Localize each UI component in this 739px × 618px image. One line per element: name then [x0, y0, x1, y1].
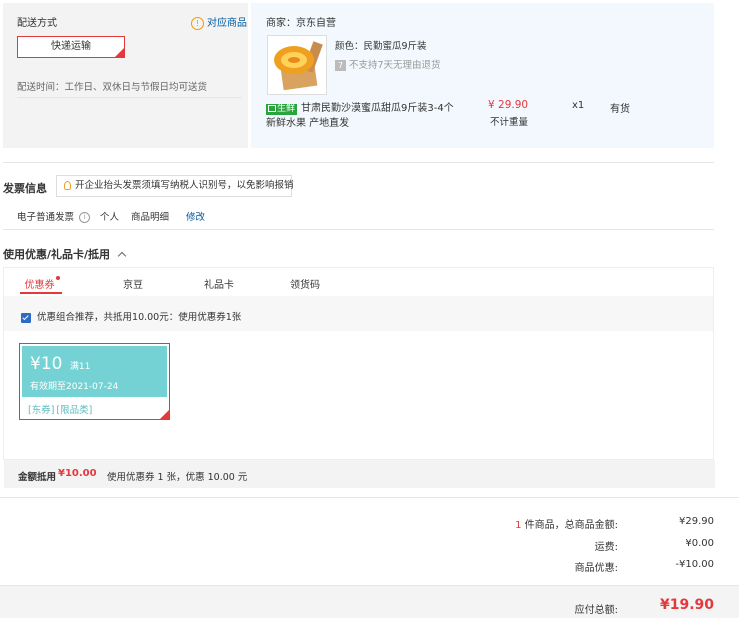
match-goods-link[interactable]: ! 对应商品: [191, 14, 247, 30]
coupon-tag-category: [限品类]: [56, 405, 93, 416]
invoice-tip-box: 开企业抬头发票须填写纳税人识别号，以免影响报销: [56, 175, 294, 197]
match-goods-label: 对应商品: [207, 18, 247, 29]
invoice-tip-text: 开企业抬头发票须填写纳税人识别号，以免影响报销: [75, 180, 294, 191]
discounts-title[interactable]: 使用优惠/礼品卡/抵用: [3, 246, 127, 262]
coupon-amount: 10: [40, 354, 63, 374]
item-count: 1: [515, 520, 522, 531]
tab-coupons-label: 优惠券: [24, 280, 55, 291]
payable-label: 应付总额:: [574, 605, 618, 616]
summary-count-row: 1 件商品，总商品金额:: [515, 516, 618, 531]
coupon-expiry: 有效期至2021-07-24: [30, 382, 119, 392]
offset-desc: 使用优惠券 1 张，优惠 10.00 元: [107, 472, 248, 483]
divider: [0, 497, 739, 498]
tab-jingdou[interactable]: 京豆: [95, 276, 171, 291]
product-name[interactable]: 生鲜 甘肃民勤沙漠蜜瓜甜瓜9斤装3-4个: [266, 99, 454, 115]
no-return-icon: 7: [335, 60, 346, 71]
seller-name: 商家：京东自营: [266, 18, 336, 29]
product-price: ¥ 29.90: [488, 99, 529, 111]
fresh-tag-icon: [268, 105, 276, 112]
chevron-up-icon: [117, 251, 127, 261]
invoice-title: 发票信息: [3, 182, 47, 195]
shipping-option-label: 快递运输: [51, 41, 91, 52]
delivery-title: 配送方式: [17, 18, 57, 29]
discount-label: 商品优惠:: [574, 563, 618, 574]
divider: [3, 229, 714, 230]
shipping-label: 运费:: [594, 542, 618, 553]
no-return-note: 7 不支持7天无理由退货: [335, 57, 441, 71]
footer-bar: [0, 585, 739, 618]
item-count-label: 件商品，总商品金额:: [524, 520, 618, 531]
product-color: 颜色：民勤蜜瓜9斤装: [335, 41, 427, 52]
coupon-card[interactable]: ¥10 满11 有效期至2021-07-24 [东券] [限品类]: [19, 343, 170, 420]
invoice-type-label: 电子普通发票: [17, 212, 75, 223]
fresh-tag-text: 生鲜: [277, 104, 296, 114]
offset-label: 金额抵用: [18, 472, 57, 483]
delivery-time: 配送时间：工作日、双休日与节假日均可送货: [17, 82, 208, 93]
product-name-line1: 甘肃民勤沙漠蜜瓜甜瓜9斤装3-4个: [301, 103, 454, 114]
discount-value: -¥10.00: [675, 559, 714, 570]
combo-recommend[interactable]: 优惠组合推荐，共抵用10.00元：使用优惠券1张: [21, 309, 241, 323]
product-name-line2: 新鲜水果 产地直发: [266, 118, 350, 129]
warning-icon: !: [191, 16, 204, 30]
offset-amount: ¥10.00: [58, 468, 97, 479]
coupon-face: ¥10 满11 有效期至2021-07-24: [22, 346, 167, 397]
tab-pickup-code[interactable]: 领货码: [267, 276, 343, 291]
coupon-symbol: ¥: [30, 354, 41, 374]
summary-total: ¥29.90: [679, 516, 714, 527]
invoice-content: 商品明细: [131, 212, 170, 223]
coupon-condition: 满11: [69, 362, 91, 372]
combo-text: 优惠组合推荐，共抵用10.00元：使用优惠券1张: [37, 312, 242, 323]
combo-checkbox[interactable]: [21, 312, 31, 323]
tab-gift-card[interactable]: 礼品卡: [181, 276, 257, 291]
lightbulb-icon: [64, 181, 71, 190]
coupon-tags: [东券] [限品类]: [28, 402, 92, 416]
weight-note: 不计重量: [490, 117, 529, 128]
active-tab-indicator: [20, 292, 62, 294]
discounts-title-text: 使用优惠/礼品卡/抵用: [3, 248, 111, 261]
no-return-text: 不支持7天无理由退货: [349, 60, 441, 71]
product-thumbnail[interactable]: [267, 35, 327, 95]
melon-image-icon: [268, 36, 326, 94]
payable-amount: ¥19.90: [659, 597, 714, 613]
invoice-type: 电子普通发票 i: [17, 209, 91, 223]
coupon-tag-jd: [东券]: [28, 405, 55, 416]
shipping-option-button[interactable]: 快递运输: [17, 36, 125, 58]
divider: [17, 97, 242, 98]
dot-indicator: [55, 276, 60, 280]
stock-status: 有货: [610, 104, 630, 115]
divider: [3, 162, 714, 163]
selected-corner-icon: [115, 48, 124, 57]
invoice-holder: 个人: [100, 212, 120, 223]
info-icon[interactable]: i: [79, 212, 91, 223]
tab-coupons[interactable]: 优惠券: [4, 276, 80, 291]
invoice-edit-link[interactable]: 修改: [186, 209, 205, 223]
shipping-fee: ¥0.00: [685, 538, 714, 549]
product-qty: x1: [572, 100, 585, 111]
selected-corner-icon: [160, 410, 169, 419]
coupon-value: ¥10 满11: [30, 354, 90, 374]
